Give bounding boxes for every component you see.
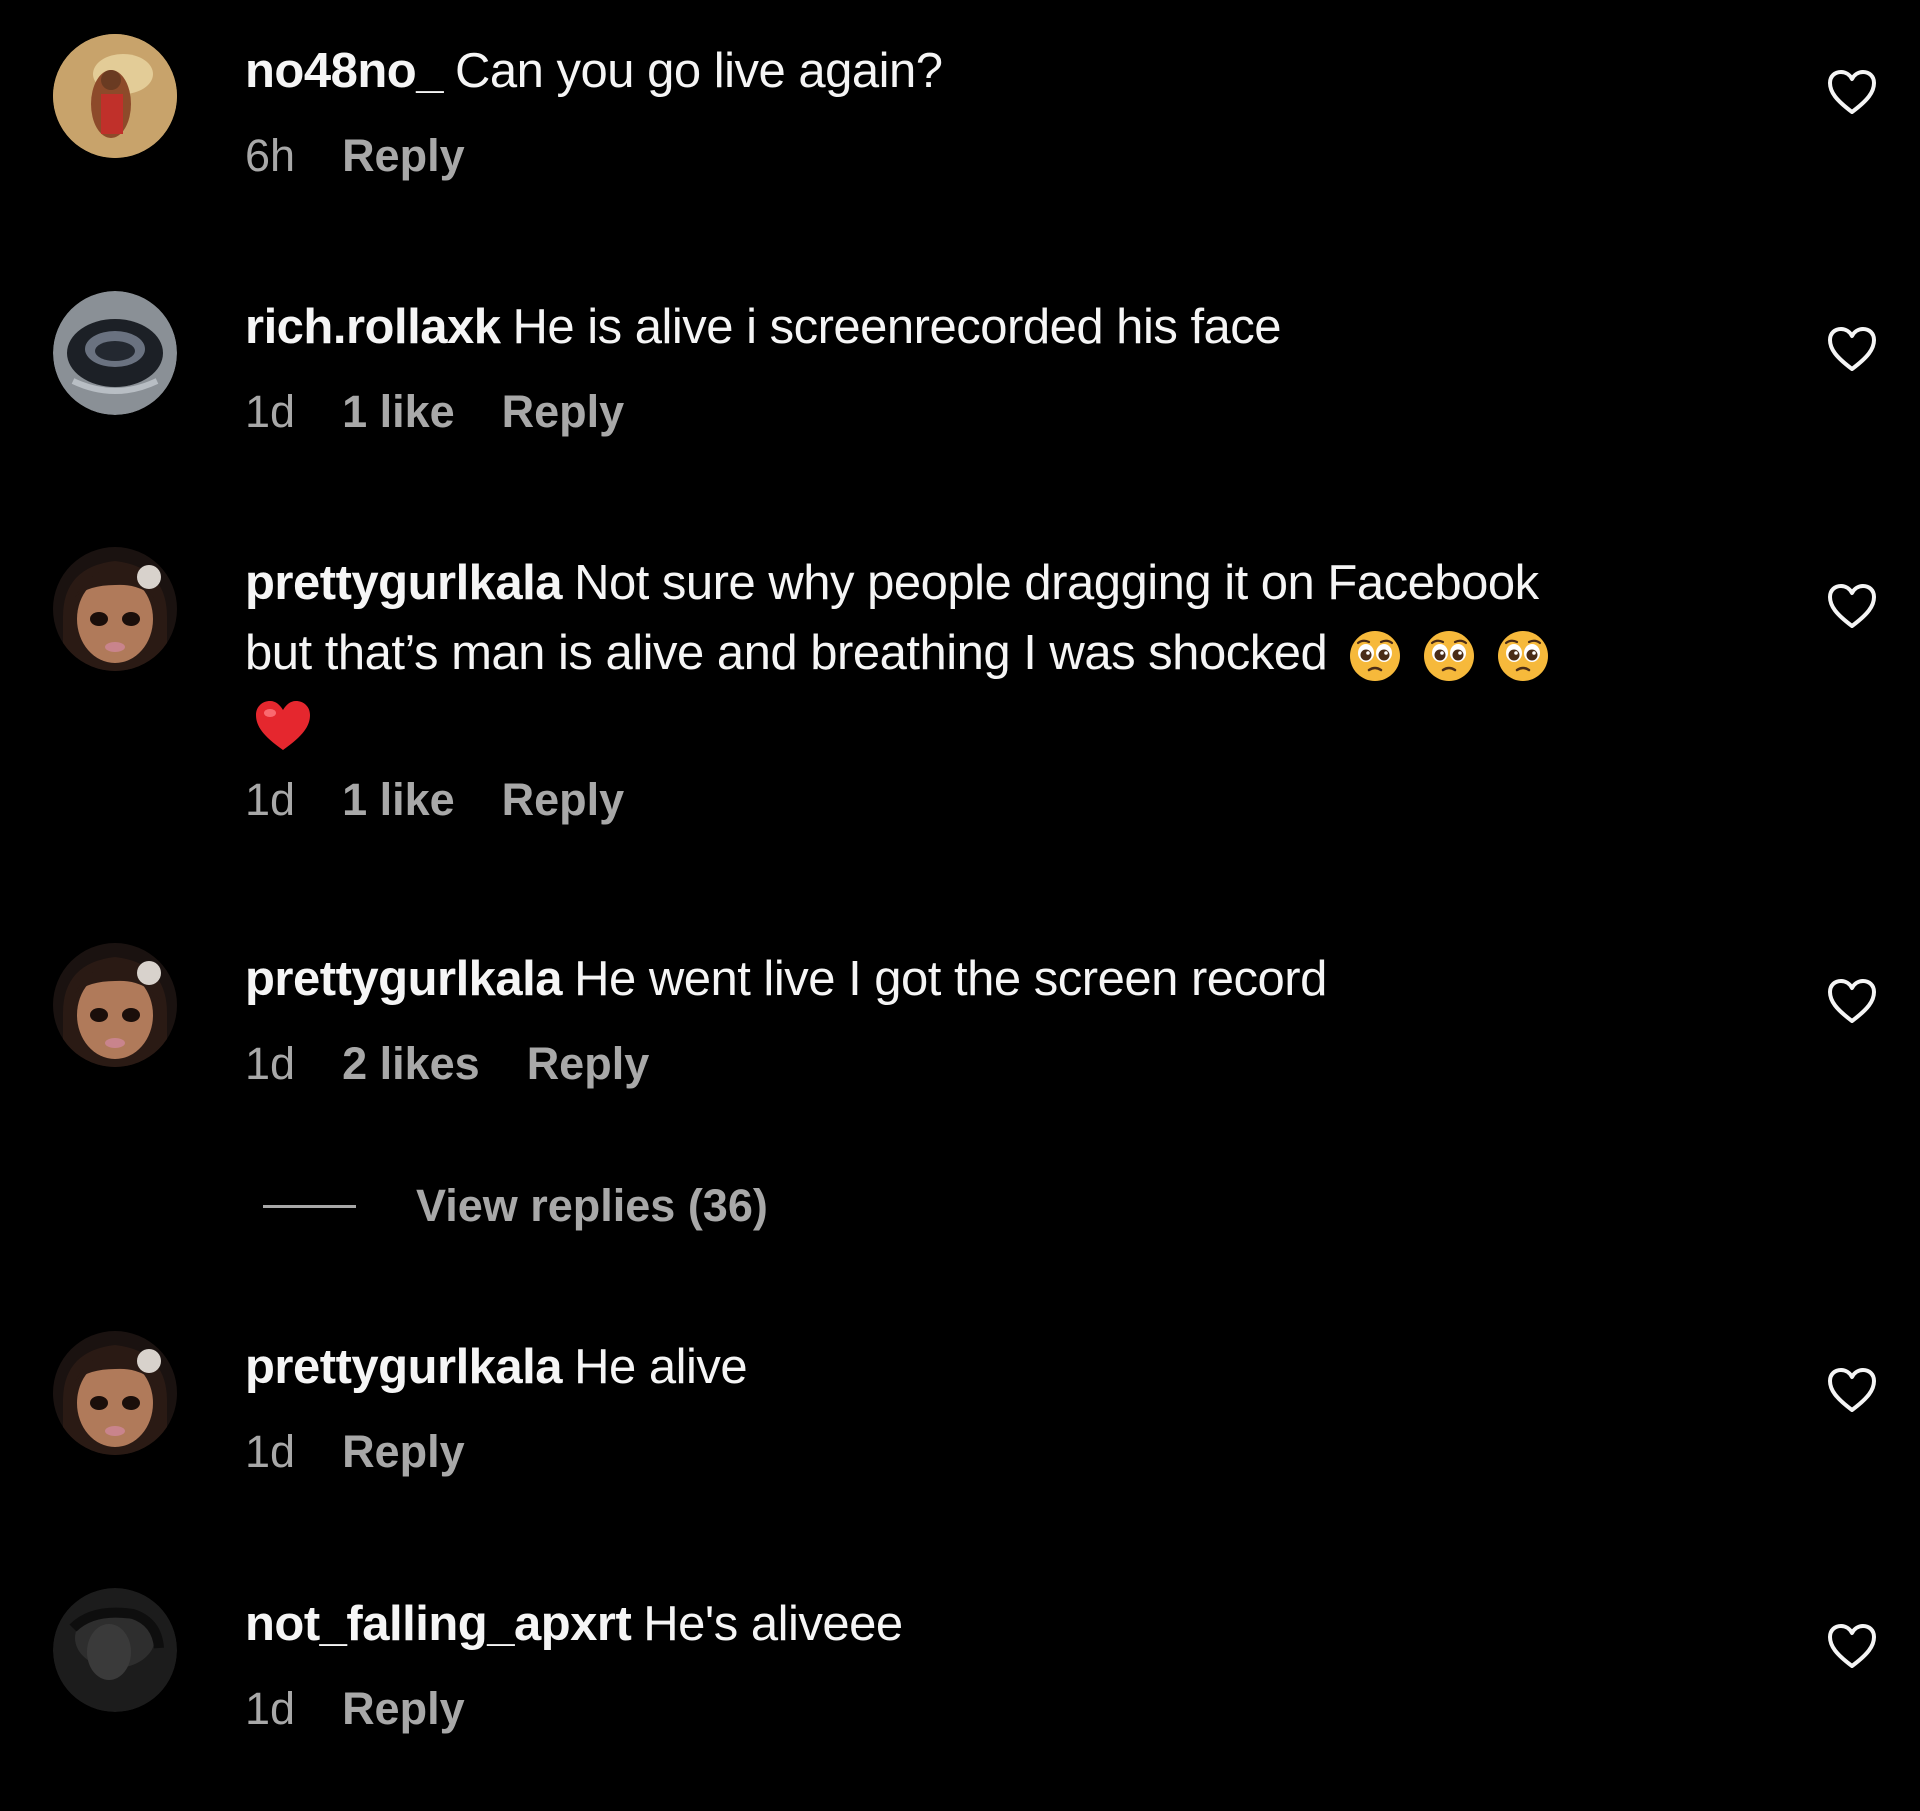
comment-username[interactable]: no48no_ — [245, 44, 443, 98]
comment-meta: 1d 1 like Reply — [245, 384, 1725, 440]
pleading-face-icon — [1421, 628, 1477, 684]
comment-text: Can you go live again? — [454, 44, 943, 98]
reply-button[interactable]: Reply — [342, 1683, 465, 1735]
like-heart-icon[interactable] — [1826, 1622, 1878, 1670]
comment-meta: 1d Reply — [245, 1681, 1725, 1737]
comment-time: 1d — [245, 386, 296, 437]
view-replies-button[interactable]: View replies (36) — [263, 1180, 768, 1232]
comment-time: 6h — [245, 130, 296, 181]
like-heart-icon[interactable] — [1826, 582, 1878, 630]
comment-time: 1d — [245, 1426, 296, 1477]
comment-line: rich.rollaxk He is alive i screenrecorded… — [245, 292, 1725, 362]
comment-meta: 1d 1 like Reply — [245, 772, 1725, 828]
comment-text: but that’s man is alive and breathing I … — [245, 626, 1328, 680]
comment-username[interactable]: rich.rollaxk — [245, 300, 501, 354]
avatar[interactable] — [53, 547, 177, 671]
comment-text: He is alive i screenrecorded his face — [512, 300, 1282, 354]
comment-line: but that’s man is alive and breathing I … — [245, 618, 1725, 688]
pleading-face-icon — [1347, 628, 1403, 684]
like-heart-icon[interactable] — [1826, 1366, 1878, 1414]
pleading-face-icon — [1495, 628, 1551, 684]
comment-time: 1d — [245, 1038, 296, 1089]
comment-line: prettygurlkala Not sure why people draggi… — [245, 548, 1725, 618]
red-heart-icon — [253, 698, 313, 754]
avatar[interactable] — [53, 943, 177, 1067]
comment-line: not_falling_apxrt He's aliveee — [245, 1589, 1725, 1659]
like-heart-icon[interactable] — [1826, 325, 1878, 373]
avatar[interactable] — [53, 34, 177, 158]
reply-button[interactable]: Reply — [502, 774, 625, 826]
comment-username[interactable]: not_falling_apxrt — [245, 1597, 632, 1651]
likes-count[interactable]: 1 like — [342, 774, 455, 826]
comment-line: no48no_ Can you go live again? — [245, 36, 1725, 106]
comment-text: He went live I got the screen record — [574, 952, 1327, 1006]
view-replies-label: View replies (36) — [416, 1180, 768, 1231]
comment-time: 1d — [245, 1683, 296, 1734]
comment-time: 1d — [245, 774, 296, 825]
reply-button[interactable]: Reply — [342, 130, 465, 182]
comment-username[interactable]: prettygurlkala — [245, 952, 563, 1006]
reply-button[interactable]: Reply — [527, 1038, 650, 1090]
comment-text: He's aliveee — [643, 1597, 903, 1651]
comment-username[interactable]: prettygurlkala — [245, 1340, 563, 1394]
comment-meta: 1d 2 likes Reply — [245, 1036, 1725, 1092]
comment-line: prettygurlkala He alive — [245, 1332, 1725, 1402]
like-heart-icon[interactable] — [1826, 977, 1878, 1025]
comment-meta: 1d Reply — [245, 1424, 1725, 1480]
like-heart-icon[interactable] — [1826, 68, 1878, 116]
comment-text: Not sure why people dragging it on Faceb… — [574, 556, 1539, 610]
comment-username[interactable]: prettygurlkala — [245, 556, 563, 610]
likes-count[interactable]: 1 like — [342, 386, 455, 438]
likes-count[interactable]: 2 likes — [342, 1038, 480, 1090]
emoji-row — [1347, 628, 1551, 684]
divider-line — [263, 1204, 356, 1208]
reply-button[interactable]: Reply — [342, 1426, 465, 1478]
avatar[interactable] — [53, 1331, 177, 1455]
avatar[interactable] — [53, 1588, 177, 1712]
avatar[interactable] — [53, 291, 177, 415]
comment-meta: 6h Reply — [245, 128, 1725, 184]
comment-text: He alive — [574, 1340, 748, 1394]
reply-button[interactable]: Reply — [502, 386, 625, 438]
comment-line: prettygurlkala He went live I got the scr… — [245, 944, 1725, 1014]
